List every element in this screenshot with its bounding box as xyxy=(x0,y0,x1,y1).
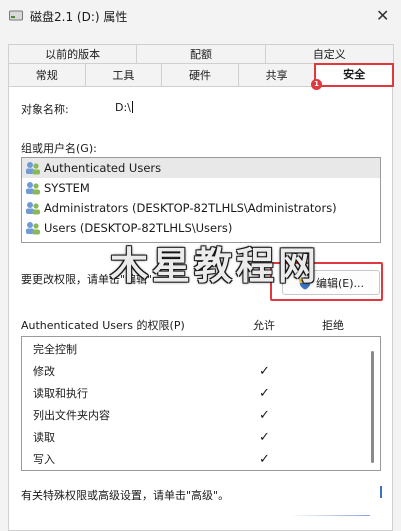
watermark: 木星教程网 xyxy=(110,244,321,288)
users-icon xyxy=(26,222,40,235)
list-item[interactable]: Administrators (DESKTOP-82TLHLS\Administ… xyxy=(22,198,380,218)
scrollbar[interactable] xyxy=(371,351,374,463)
table-row: 读取和执行 ✓ xyxy=(22,383,380,405)
divider xyxy=(290,515,370,516)
users-icon xyxy=(26,162,40,175)
tab-customize[interactable]: 自定义 xyxy=(264,44,394,64)
close-icon[interactable]: ✕ xyxy=(376,6,389,25)
window-title: 磁盘2.1 (D:) 属性 xyxy=(30,10,128,24)
permissions-list[interactable]: 完全控制 修改 ✓ 读取和执行 ✓ 列出文件夹内容 ✓ 读取 ✓ 写入 ✓ xyxy=(21,336,381,471)
tab-general[interactable]: 常规 xyxy=(8,63,86,87)
table-row: 写入 ✓ xyxy=(22,449,380,470)
users-icon xyxy=(26,182,40,195)
table-row: 完全控制 xyxy=(33,343,77,356)
deny-header: 拒绝 xyxy=(322,319,344,332)
user-list[interactable]: Authenticated Users SYSTEM Administrator… xyxy=(21,157,381,243)
advanced-hint: 有关特殊权限或高级设置，请单击"高级"。 xyxy=(21,489,230,502)
object-name-label: 对象名称: xyxy=(21,103,69,116)
tab-security[interactable]: 安全 xyxy=(314,63,394,87)
list-item[interactable]: SYSTEM xyxy=(22,178,380,198)
permissions-label: Authenticated Users 的权限(P) xyxy=(21,319,185,332)
groups-label: 组或用户名(G): xyxy=(21,142,97,155)
allow-check-icon: ✓ xyxy=(259,408,270,423)
tab-sharing[interactable]: 共享 xyxy=(237,63,316,87)
advanced-button-edge[interactable] xyxy=(380,486,382,498)
tab-previous-versions[interactable]: 以前的版本 xyxy=(8,44,138,64)
allow-check-icon: ✓ xyxy=(259,452,270,467)
allow-check-icon: ✓ xyxy=(259,386,270,401)
allow-header: 允许 xyxy=(253,319,275,332)
allow-check-icon: ✓ xyxy=(259,430,270,445)
object-name-value: D:\ xyxy=(115,101,133,114)
step-badge: 1 xyxy=(311,79,322,90)
tab-quota[interactable]: 配额 xyxy=(136,44,266,64)
table-row: 列出文件夹内容 ✓ xyxy=(22,405,380,427)
title-bar: 磁盘2.1 (D:) 属性 ✕ xyxy=(0,0,401,32)
users-icon xyxy=(26,202,40,215)
allow-check-icon: ✓ xyxy=(259,364,270,379)
tab-row-lower: 常规 工具 硬件 共享 安全 xyxy=(8,63,394,87)
tab-hardware[interactable]: 硬件 xyxy=(161,63,239,87)
tab-tools[interactable]: 工具 xyxy=(84,63,163,87)
list-item[interactable]: Authenticated Users xyxy=(22,158,380,178)
table-row: 修改 ✓ xyxy=(22,361,380,383)
drive-icon xyxy=(9,10,23,21)
table-row: 读取 ✓ xyxy=(22,427,380,449)
tab-row-upper: 以前的版本 配额 自定义 xyxy=(8,44,394,64)
